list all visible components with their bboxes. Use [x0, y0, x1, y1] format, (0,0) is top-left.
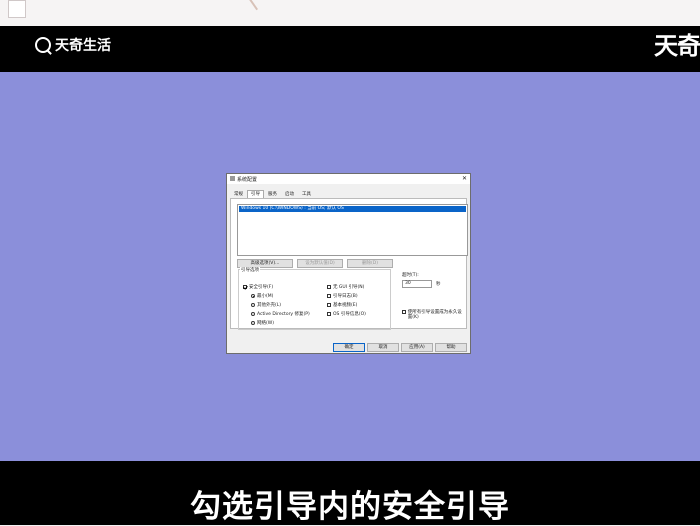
radio-ad-repair-label: Active Directory 修复(P)	[257, 312, 310, 317]
base-video-checkbox[interactable]	[327, 303, 331, 307]
safe-boot-label: 安全引导(F)	[249, 285, 274, 290]
set-default-button[interactable]: 设为默认值(D)	[297, 259, 343, 268]
app-icon	[230, 176, 235, 181]
boot-entry-list[interactable]: Windows 10 (C:\WINDOWS) : 当前 OS; 默认 OS	[237, 204, 468, 256]
os-boot-info-label: OS 引导信息(O)	[333, 312, 366, 317]
paper-corner	[8, 0, 26, 18]
radio-network-button[interactable]	[251, 321, 255, 325]
tab-boot[interactable]: 引导	[247, 190, 264, 198]
safe-boot-option[interactable]: 安全引导(F)	[243, 284, 273, 290]
system-config-dialog: 系统配置 ✕ 常规 引导 服务 启动 工具 Windows 10 (C:\WIN…	[226, 173, 471, 354]
brand-logo: 天奇生活	[35, 35, 111, 55]
ok-button[interactable]: 确定	[333, 343, 365, 352]
close-icon[interactable]: ✕	[462, 175, 467, 183]
radio-alternate-shell[interactable]: 其他外壳(L)	[251, 302, 281, 308]
boot-log-label: 引导日志(B)	[333, 294, 358, 299]
brand-name: 天奇生活	[55, 38, 111, 54]
safe-boot-checkbox[interactable]	[243, 285, 247, 289]
permanent-option[interactable]: 使所有引导设置成为永久设置(K)	[402, 310, 466, 320]
help-button[interactable]: 帮助	[435, 343, 467, 352]
no-gui-boot-label: 无 GUI 引导(N)	[333, 285, 365, 290]
radio-network-label: 网络(W)	[257, 321, 274, 326]
os-boot-info-option[interactable]: OS 引导信息(O)	[327, 311, 366, 317]
subtitle-caption: 勾选引导内的安全引导	[190, 489, 510, 525]
seconds-label: 秒	[436, 282, 441, 287]
dialog-title: 系统配置	[237, 177, 258, 183]
radio-alternate-shell-label: 其他外壳(L)	[257, 303, 282, 308]
timeout-label: 超时(T):	[402, 273, 419, 278]
base-video-option[interactable]: 基本视频(E)	[327, 302, 357, 308]
boot-log-checkbox[interactable]	[327, 294, 331, 298]
timeout-input[interactable]: 30	[402, 280, 432, 288]
boot-log-option[interactable]: 引导日志(B)	[327, 293, 358, 299]
tab-strip: 常规 引导 服务 启动 工具	[230, 190, 315, 198]
boot-entry[interactable]: Windows 10 (C:\WINDOWS) : 当前 OS; 默认 OS	[239, 206, 466, 212]
radio-minimal-button[interactable]	[251, 294, 255, 298]
permanent-checkbox[interactable]	[402, 310, 406, 314]
delete-button[interactable]: 删除(D)	[347, 259, 393, 268]
no-gui-boot-checkbox[interactable]	[327, 285, 331, 289]
radio-alternate-shell-button[interactable]	[251, 303, 255, 307]
boot-options-title: 引导选项	[240, 267, 260, 273]
apply-button[interactable]: 应用(A)	[401, 343, 433, 352]
desk-line	[153, 0, 259, 26]
boot-panel: Windows 10 (C:\WINDOWS) : 当前 OS; 默认 OS 高…	[230, 198, 468, 330]
watermark-logo: 天奇	[654, 32, 700, 60]
no-gui-boot-option[interactable]: 无 GUI 引导(N)	[327, 284, 364, 290]
radio-minimal-label: 最小(M)	[257, 294, 274, 299]
radio-ad-repair-button[interactable]	[251, 312, 255, 316]
base-video-label: 基本视频(E)	[333, 303, 358, 308]
dialog-titlebar: 系统配置 ✕	[227, 174, 470, 184]
os-boot-info-checkbox[interactable]	[327, 312, 331, 316]
cancel-button[interactable]: 取消	[367, 343, 399, 352]
background-desk	[0, 0, 700, 26]
radio-network[interactable]: 网络(W)	[251, 320, 274, 326]
permanent-label: 使所有引导设置成为永久设置(K)	[407, 310, 462, 320]
radio-minimal[interactable]: 最小(M)	[251, 293, 273, 299]
radio-ad-repair[interactable]: Active Directory 修复(P)	[251, 311, 310, 317]
brand-q-icon	[35, 37, 51, 53]
